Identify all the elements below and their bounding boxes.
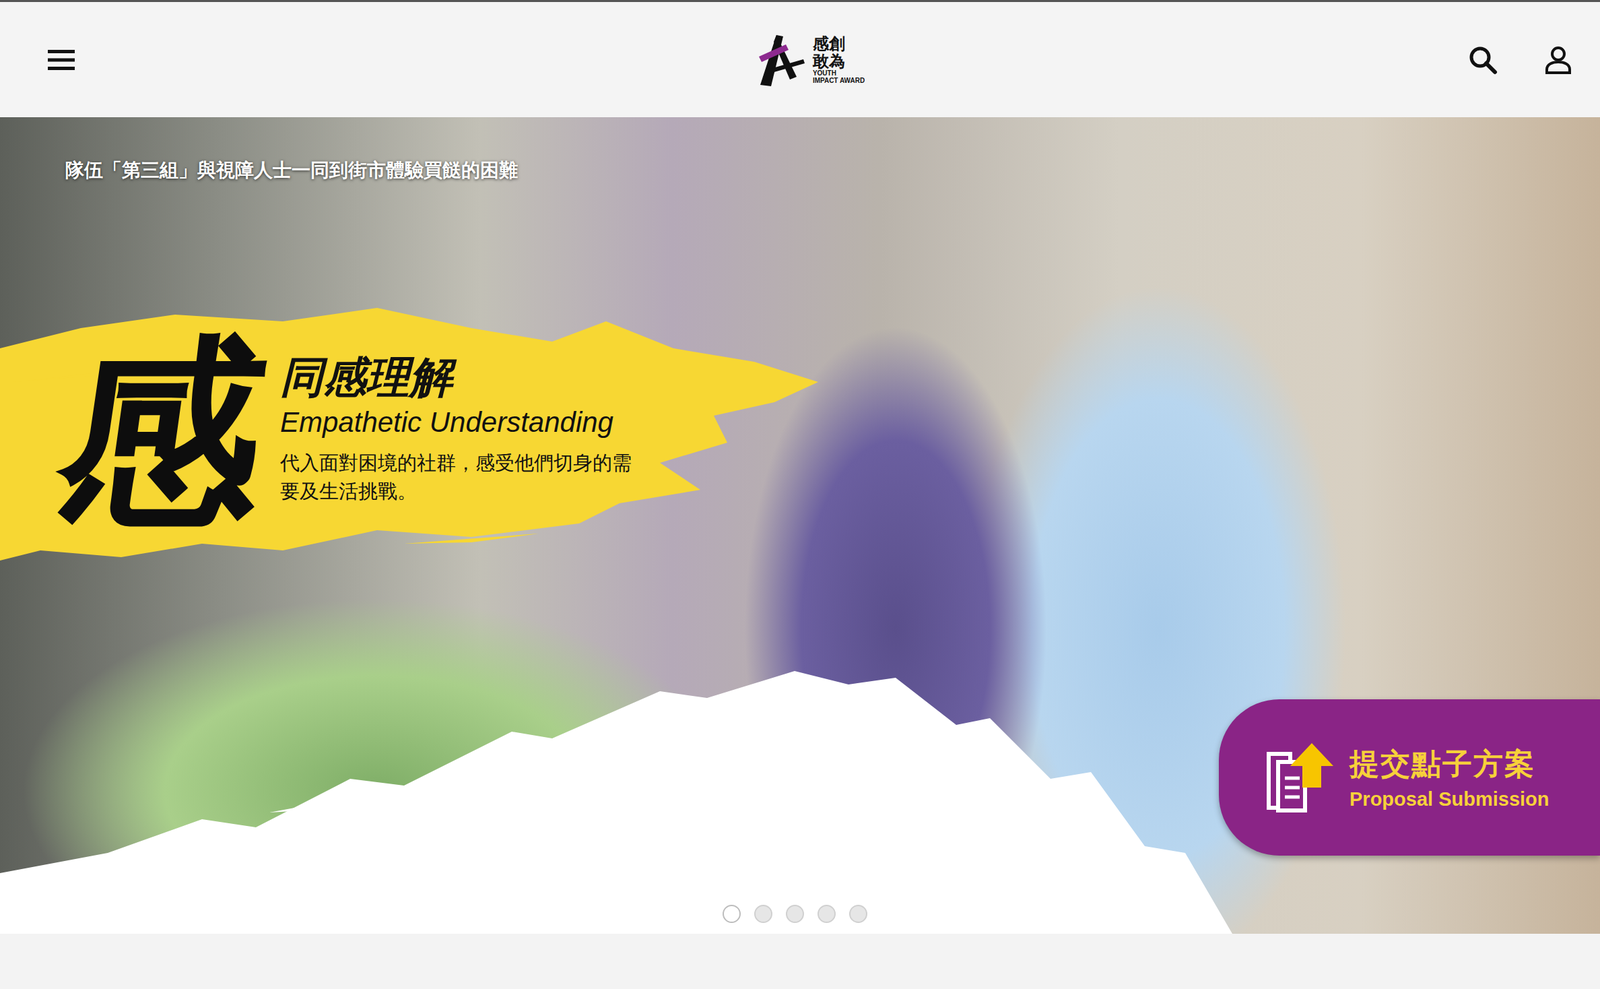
page: 感創敢為YOUTHIMPACT AWARD 隊伍「第三組」與視障人士一同到街市體驗… <box>0 0 1600 989</box>
theme-subtitle: Empathetic Understanding <box>280 405 642 440</box>
page-bottom <box>0 933 1600 989</box>
user-icon[interactable] <box>1543 45 1574 75</box>
proposal-subtitle: Proposal Submission <box>1349 787 1550 811</box>
theme-panel: 感同感理解Empathetic Understanding 代入面對困境的社群，感… <box>0 301 822 564</box>
header: 感創敢為YOUTHIMPACT AWARD <box>0 0 1600 118</box>
logo-brush-icon <box>756 29 811 91</box>
slide-caption: 隊伍「第三組」與視障人士一同到街市體驗買餸的困難 <box>65 157 518 184</box>
hamburger-menu-icon[interactable] <box>47 48 75 72</box>
carousel-dot[interactable] <box>722 904 741 923</box>
search-icon[interactable] <box>1468 45 1498 75</box>
theme-title: 同感理解 <box>280 352 642 403</box>
big-character: 感 <box>47 331 279 534</box>
proposal-title: 提交點子方案 <box>1349 744 1550 784</box>
carousel-dot[interactable] <box>817 904 836 923</box>
carousel-dot[interactable] <box>785 904 805 923</box>
logo-english: YOUTHIMPACT AWARD <box>812 69 865 85</box>
logo-chinese: 感創敢為 <box>812 35 847 69</box>
carousel-dot[interactable] <box>754 904 773 923</box>
theme-description: 代入面對困境的社群，感受他們切身的需要及生活挑戰。 <box>280 448 642 506</box>
hero-photo: 隊伍「第三組」與視障人士一同到街市體驗買餸的困難感同感理解Empathetic … <box>0 117 1600 934</box>
document-upload-icon <box>1263 740 1338 815</box>
logo[interactable]: 感創敢為YOUTHIMPACT AWARD <box>756 29 865 91</box>
carousel-dots <box>722 904 868 923</box>
proposal-submission-button[interactable]: 提交點子方案 Proposal Submission <box>1218 698 1600 856</box>
carousel-dot[interactable] <box>849 904 868 923</box>
